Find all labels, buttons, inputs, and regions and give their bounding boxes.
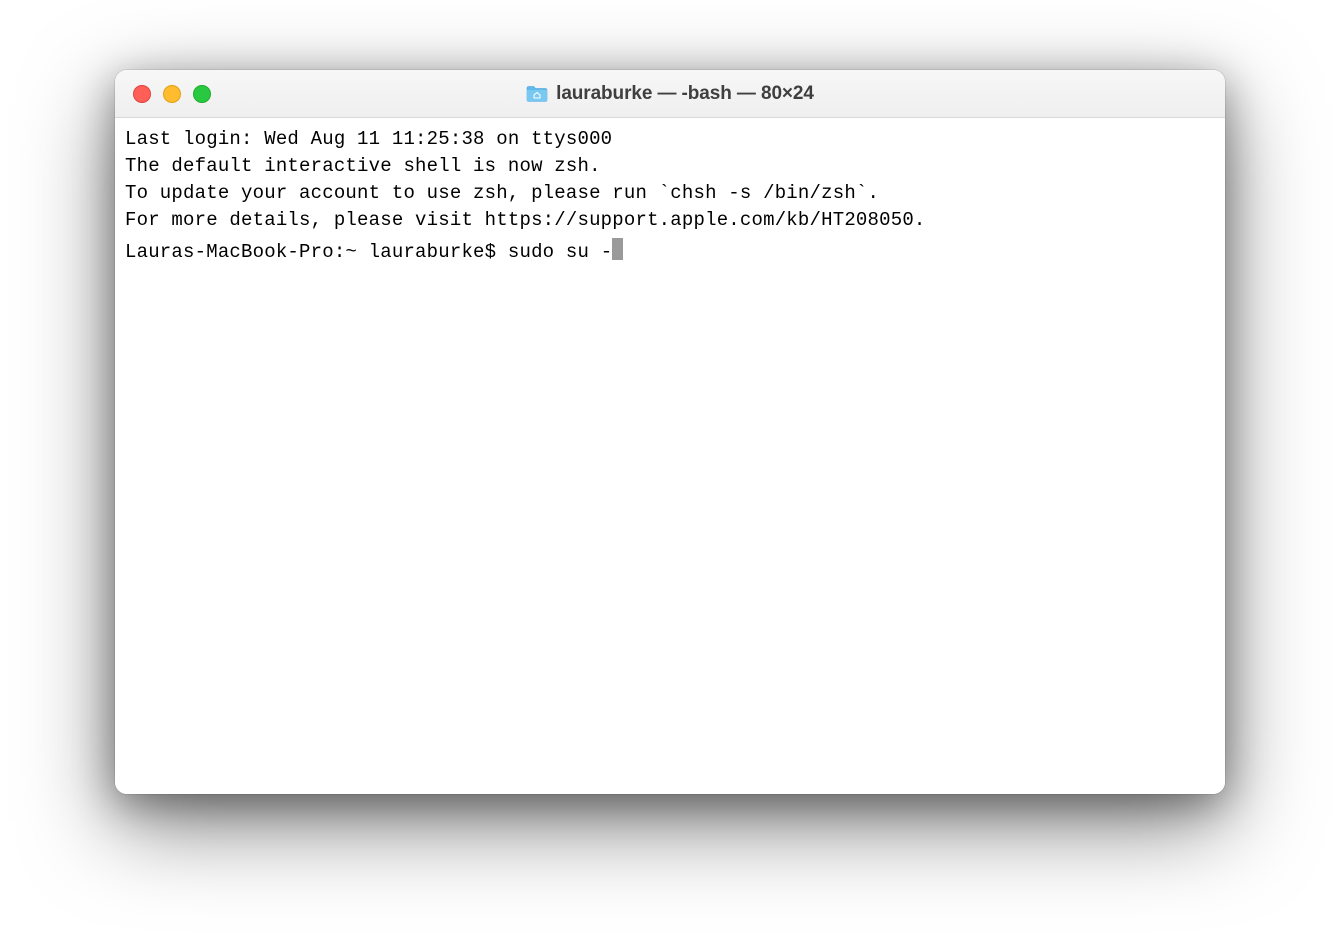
terminal-window: lauraburke — -bash — 80×24 Last login: W…: [115, 70, 1225, 794]
traffic-lights: [115, 85, 211, 103]
terminal-line: The default interactive shell is now zsh…: [125, 153, 1215, 180]
terminal-content[interactable]: Last login: Wed Aug 11 11:25:38 on ttys0…: [115, 118, 1225, 794]
cursor: [612, 238, 623, 260]
window-title: lauraburke — -bash — 80×24: [556, 83, 814, 105]
terminal-line: For more details, please visit https://s…: [125, 207, 1215, 234]
command-text: sudo su -: [508, 239, 612, 266]
maximize-button[interactable]: [193, 85, 211, 103]
prompt-line: Lauras-MacBook-Pro:~ lauraburke$ sudo su…: [125, 235, 1215, 266]
home-folder-icon: [526, 85, 548, 103]
minimize-button[interactable]: [163, 85, 181, 103]
close-button[interactable]: [133, 85, 151, 103]
title-center: lauraburke — -bash — 80×24: [115, 83, 1225, 105]
titlebar[interactable]: lauraburke — -bash — 80×24: [115, 70, 1225, 118]
terminal-line: Last login: Wed Aug 11 11:25:38 on ttys0…: [125, 126, 1215, 153]
terminal-line: To update your account to use zsh, pleas…: [125, 180, 1215, 207]
prompt-text: Lauras-MacBook-Pro:~ lauraburke$: [125, 239, 508, 266]
